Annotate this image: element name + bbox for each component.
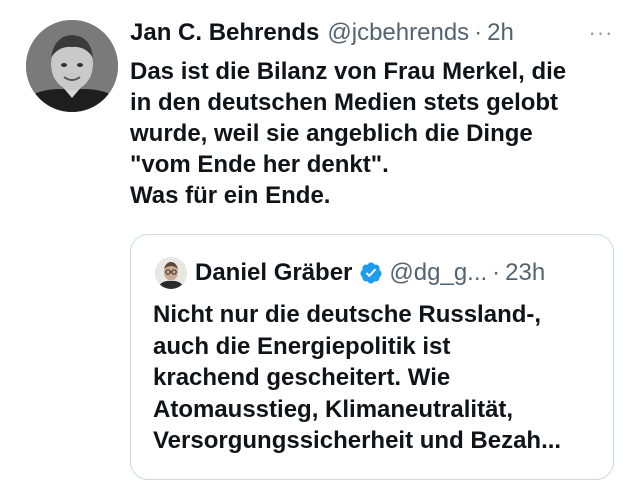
quoted-author-handle[interactable]: @dg_g...	[389, 259, 487, 287]
tweet-timestamp[interactable]: 2h	[487, 19, 514, 47]
quoted-text-line: Nicht nur die deutsche Russland-,	[153, 301, 542, 328]
tweet-text-line: Was für ein Ende.	[130, 182, 331, 209]
quoted-author-avatar	[155, 257, 187, 289]
author-avatar[interactable]	[26, 20, 118, 112]
separator-dot: ·	[474, 19, 483, 46]
author-handle[interactable]: @jcbehrends	[327, 19, 469, 47]
tweet-text-line: wurde, weil sie angeblich die Dinge	[130, 120, 533, 147]
author-photo-icon	[26, 20, 118, 112]
quoted-author-name[interactable]: Daniel Gräber	[195, 259, 352, 287]
tweet-text-line: "vom Ende her denkt".	[130, 151, 389, 178]
quoted-tweet[interactable]: Daniel Gräber @dg_g... · 23h Nicht nur d…	[130, 234, 614, 480]
verified-badge-icon	[359, 261, 383, 285]
quoted-text-line: auch die Energiepolitik ist	[153, 332, 451, 360]
quoted-text-line: Versorgungssicherheit und Bezah...	[153, 427, 562, 454]
quoted-text-line: Atomausstieg, Klimaneutralität,	[153, 395, 514, 423]
separator-dot: ·	[492, 259, 501, 286]
tweet-text: Das ist die Bilanz von Frau Merkel, die …	[130, 56, 620, 211]
tweet-card[interactable]: Jan C. Behrends @jcbehrends · 2h ··· Das…	[0, 0, 640, 491]
quoted-tweet-header: Daniel Gräber @dg_g... · 23h	[195, 257, 545, 289]
quoted-tweet-timestamp[interactable]: 23h	[505, 259, 545, 287]
quoted-author-photo-icon	[155, 257, 187, 289]
quoted-tweet-text: Nicht nur die deutsche Russland-, auch d…	[153, 299, 603, 457]
tweet-text-line: Das ist die Bilanz von Frau Merkel, die	[130, 58, 567, 85]
tweet-text-line: in den deutschen Medien stets gelobt	[130, 89, 559, 116]
tweet-header: Jan C. Behrends @jcbehrends · 2h	[130, 17, 514, 49]
more-options-icon[interactable]: ···	[585, 20, 617, 46]
quoted-text-line: krachend gescheitert. Wie	[153, 364, 451, 391]
author-name[interactable]: Jan C. Behrends	[130, 19, 319, 47]
